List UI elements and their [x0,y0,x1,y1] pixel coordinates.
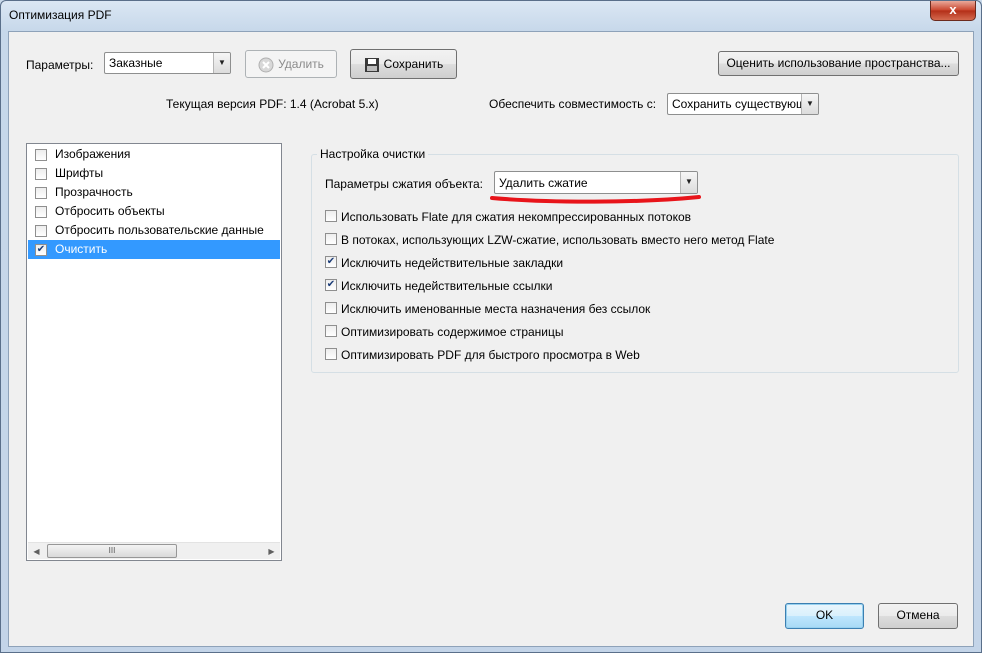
tree-item-label: Изображения [55,147,131,161]
tree-item-label: Отбросить пользовательские данные [55,223,264,237]
tree-item-checkbox[interactable] [35,168,47,180]
params-select[interactable]: Заказные ▼ [104,52,231,74]
compatibility-label: Обеспечить совместимость с: [489,97,657,111]
option-remove-invalid-bookmarks[interactable]: ✔ Исключить недействительные закладки [325,256,563,272]
red-underline-annotation [490,195,701,204]
dialog-client-area: Параметры: Заказные ▼ Удалить Сохранить … [8,31,974,647]
cleanup-group-title: Настройка очистки [317,147,429,161]
window-title: Оптимизация PDF [9,8,112,22]
floppy-disk-icon [364,57,379,72]
option-checkbox-checked[interactable]: ✔ [325,279,337,291]
tree-item-checkbox[interactable] [35,206,47,218]
category-tree[interactable]: Изображения Шрифты Прозрачность Отбросит… [26,143,282,561]
tree-item-checkbox[interactable] [35,187,47,199]
tree-horizontal-scrollbar[interactable]: ◀ III ▶ [28,542,280,559]
compatibility-select-value: Сохранить существующ [672,97,806,111]
option-label: Исключить недействительные закладки [341,256,564,270]
scrollbar-thumb[interactable]: III [47,544,177,558]
tree-item-checkbox-checked[interactable]: ✔ [35,244,47,256]
tree-item-fonts[interactable]: Шрифты [28,164,280,183]
close-button[interactable]: x [930,1,976,21]
title-bar[interactable]: Оптимизация PDF x [1,1,981,31]
dialog-window: Оптимизация PDF x Параметры: Заказные ▼ … [0,0,982,653]
option-checkbox-checked[interactable]: ✔ [325,256,337,268]
tree-item-discard-user-data[interactable]: Отбросить пользовательские данные [28,221,280,240]
chevron-down-icon: ▼ [213,53,230,73]
delete-button[interactable]: Удалить [245,50,337,78]
save-button[interactable]: Сохранить [350,49,457,79]
chevron-down-icon: ▼ [680,172,697,193]
ok-button[interactable]: OK [785,603,864,629]
tree-item-images[interactable]: Изображения [28,145,280,164]
option-checkbox[interactable] [325,210,337,222]
option-label: Исключить недействительные ссылки [341,279,553,293]
option-checkbox[interactable] [325,302,337,314]
evaluate-space-button[interactable]: Оценить использование пространства... [718,51,959,76]
delete-button-label: Удалить [278,57,324,71]
save-button-label: Сохранить [383,57,444,71]
delete-icon [258,57,274,73]
option-optimize-page-content[interactable]: Оптимизировать содержимое страницы [325,325,564,341]
cancel-button[interactable]: Отмена [878,603,958,629]
option-remove-unreferenced-destinations[interactable]: Исключить именованные места назначения б… [325,302,650,318]
ok-button-label: OK [815,608,834,622]
tree-item-checkbox[interactable] [35,225,47,237]
evaluate-space-button-label: Оценить использование пространства... [726,56,951,70]
option-checkbox[interactable] [325,325,337,337]
option-checkbox[interactable] [325,233,337,245]
tree-item-label: Отбросить объекты [55,204,165,218]
option-checkbox[interactable] [325,348,337,360]
option-label: Оптимизировать PDF для быстрого просмотр… [341,348,640,362]
params-label: Параметры: [26,58,94,72]
compression-select-value: Удалить сжатие [499,176,588,190]
option-label: Оптимизировать содержимое страницы [341,325,564,339]
close-icon: x [949,2,957,17]
tree-item-discard-objects[interactable]: Отбросить объекты [28,202,280,221]
tree-item-label: Шрифты [55,166,104,180]
option-label: Исключить именованные места назначения б… [341,302,651,316]
option-flate-uncompressed[interactable]: Использовать Flate для сжатия некомпресс… [325,210,691,226]
tree-item-label: Прозрачность [55,185,133,199]
tree-item-transparency[interactable]: Прозрачность [28,183,280,202]
params-select-value: Заказные [109,56,163,70]
scroll-left-icon[interactable]: ◀ [28,543,45,560]
scroll-right-icon[interactable]: ▶ [263,543,280,560]
tree-item-label: Очистить [55,242,108,256]
option-lzw-to-flate[interactable]: В потоках, использующих LZW-сжатие, испо… [325,233,774,249]
compression-label: Параметры сжатия объекта: [325,177,483,191]
chevron-down-icon: ▼ [801,94,818,114]
cancel-button-label: Отмена [896,608,940,622]
option-remove-invalid-links[interactable]: ✔ Исключить недействительные ссылки [325,279,553,295]
grip-icon: III [108,546,116,555]
option-label: В потоках, использующих LZW-сжатие, испо… [341,233,775,247]
compression-select[interactable]: Удалить сжатие ▼ [494,171,698,194]
tree-item-cleanup[interactable]: ✔ Очистить [28,240,280,259]
pdf-version-text: Текущая версия PDF: 1.4 (Acrobat 5.x) [166,97,379,111]
option-fast-web-view[interactable]: Оптимизировать PDF для быстрого просмотр… [325,348,640,364]
tree-item-checkbox[interactable] [35,149,47,161]
compatibility-select[interactable]: Сохранить существующ ▼ [667,93,819,115]
option-label: Использовать Flate для сжатия некомпресс… [341,210,692,224]
